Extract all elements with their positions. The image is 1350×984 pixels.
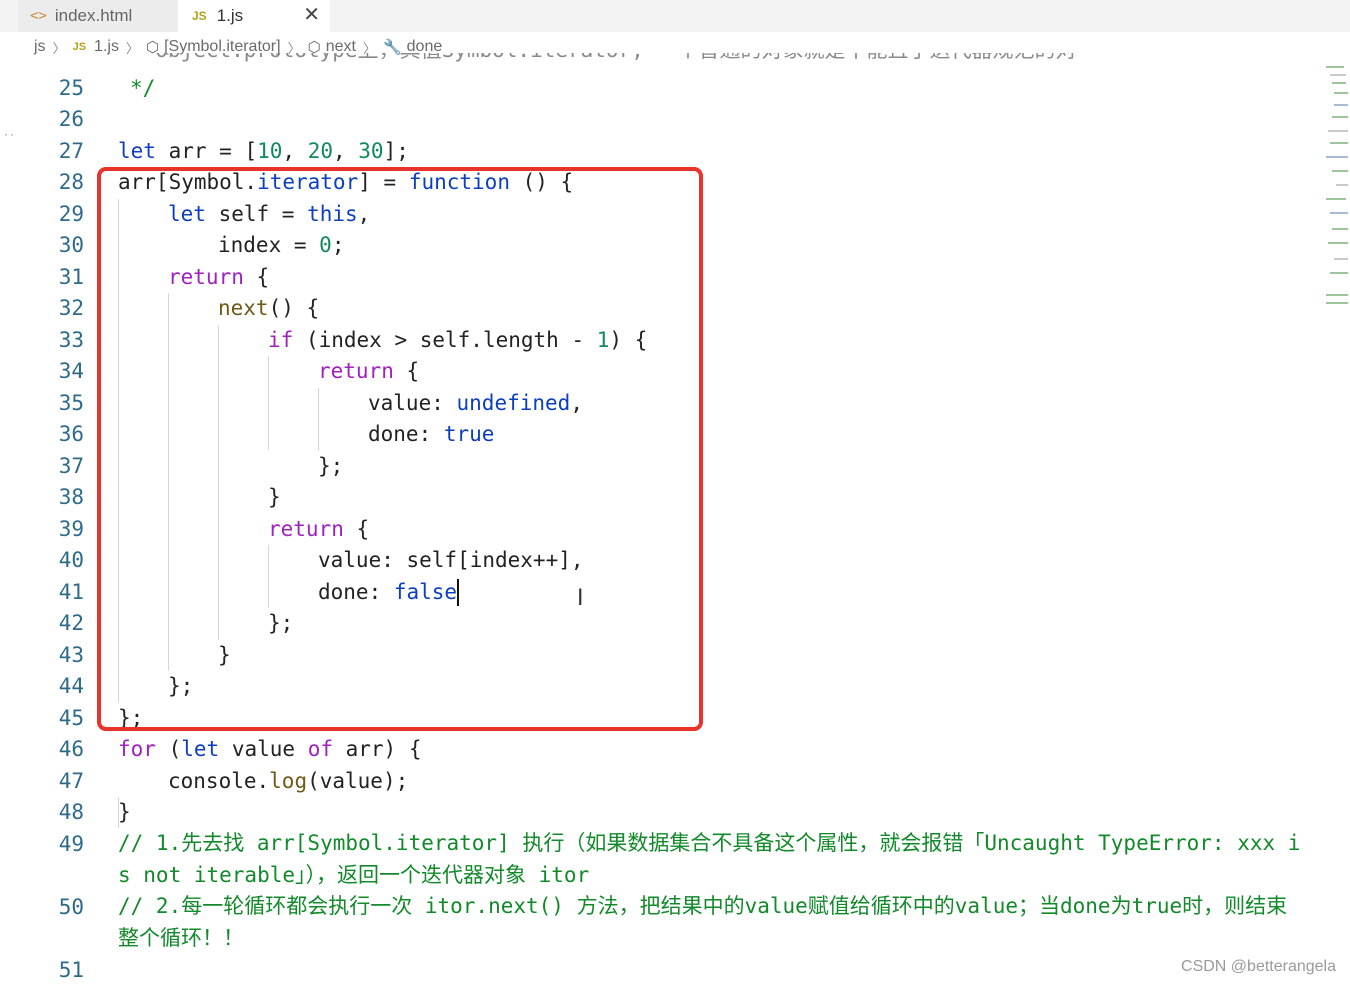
partially-hidden-code-line: Object.prototype上，其值Symbol.iterator, 一个普… (130, 53, 1076, 65)
line-number: 44 (58, 674, 84, 698)
ibeam-cursor-icon: I (577, 586, 584, 611)
code-comment-line-50: // 2.每一轮循环都会执行一次 itor.next() 方法，把结果中的val… (118, 894, 1288, 950)
line-number: 43 (58, 643, 84, 667)
code-line-48: } (118, 800, 131, 824)
tab-bar: <> index.html JS 1.js ✕ (0, 0, 1350, 32)
line-number: 32 (58, 296, 84, 320)
line-number: 50 (58, 895, 84, 919)
line-number: 40 (58, 548, 84, 572)
line-number: 35 (58, 391, 84, 415)
line-number: 51 (58, 958, 84, 982)
line-number: 47 (58, 769, 84, 793)
tab-label: index.html (54, 6, 133, 25)
code-line-46: for (let value of arr) { (118, 737, 422, 761)
line-number: 26 (58, 107, 84, 131)
line-number: 29 (58, 202, 84, 226)
breadcrumb-folder[interactable]: js (34, 38, 46, 56)
line-number: 38 (58, 485, 84, 509)
line-number: 41 (58, 580, 84, 604)
text-caret (457, 579, 459, 606)
line-number: 28 (58, 170, 84, 194)
line-number: 39 (58, 517, 84, 541)
line-number: 31 (58, 265, 84, 289)
line-number: 48 (58, 800, 84, 824)
watermark: CSDN @betterangela (1181, 958, 1336, 975)
line-number: 45 (58, 706, 84, 730)
tab-label: 1.js (216, 6, 244, 25)
line-number: 27 (58, 139, 84, 163)
js-file-icon: JS (72, 41, 87, 53)
tab-1-js[interactable]: JS 1.js ✕ (178, 0, 330, 32)
minimap[interactable] (1322, 62, 1350, 322)
line-number: 34 (58, 359, 84, 383)
code-line-27: let arr = [10, 20, 30]; (118, 139, 409, 163)
breadcrumb-file[interactable]: 1.js (94, 38, 119, 56)
line-number: 30 (58, 233, 84, 257)
js-file-icon: JS (192, 9, 207, 23)
line-number: 36 (58, 422, 84, 446)
line-number: 46 (58, 737, 84, 761)
code-comment-line-49: // 1.先去找 arr[Symbol.iterator] 执行（如果数据集合不… (118, 831, 1301, 887)
line-number: 49 (58, 832, 84, 856)
highlight-rectangle (97, 167, 703, 731)
code-line-25: */ (130, 76, 156, 100)
html-file-icon: <> (30, 8, 47, 24)
tab-index-html[interactable]: <> index.html (18, 0, 178, 32)
line-number: 37 (58, 454, 84, 478)
chevron-right-icon: 〉 (52, 41, 66, 57)
line-number: 25 (58, 76, 84, 100)
line-number: 33 (58, 328, 84, 352)
close-icon[interactable]: ✕ (303, 2, 320, 26)
code-line-47: console.log(value); (168, 769, 409, 793)
line-number: 42 (58, 611, 84, 635)
